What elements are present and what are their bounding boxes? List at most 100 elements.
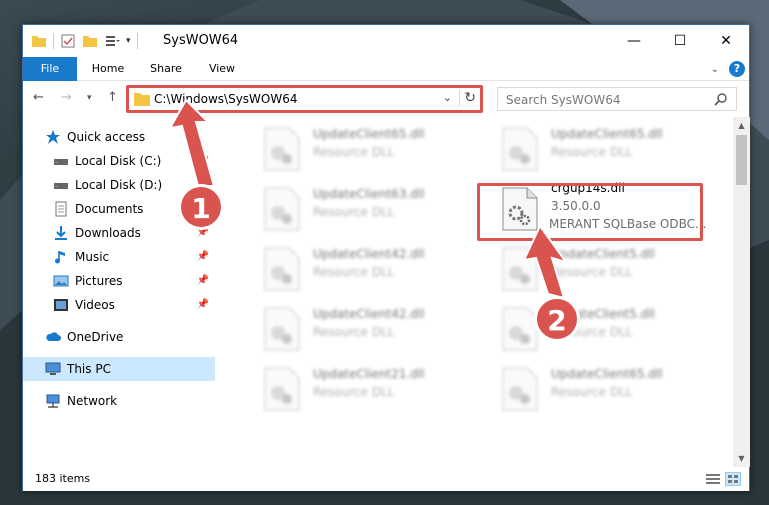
file-tile[interactable]: UpdateClient65.dll Resource DLL bbox=[243, 121, 473, 177]
file-name: UpdateClient42.dll bbox=[313, 247, 425, 261]
customize-icon[interactable] bbox=[104, 33, 120, 49]
file-name: UpdateClient65.dll bbox=[313, 127, 425, 141]
sidebar-item-label: Documents bbox=[75, 202, 144, 216]
address-bar[interactable]: C:\Windows\SysWOW64 ⌄ ↻ bbox=[127, 87, 481, 111]
sidebar-item-videos[interactable]: Videos 📌 bbox=[23, 293, 215, 317]
sidebar-item-quick-access[interactable]: Quick access bbox=[23, 125, 215, 149]
maximize-button[interactable]: ☐ bbox=[657, 25, 703, 57]
ribbon: File Home Share View ⌄ ? bbox=[23, 57, 749, 81]
dll-file-icon bbox=[264, 367, 300, 411]
sidebar-item-label: Network bbox=[67, 394, 118, 408]
view-toggle bbox=[705, 472, 741, 486]
recent-locations-icon[interactable]: ▾ bbox=[87, 93, 92, 103]
details-view-icon[interactable] bbox=[705, 472, 721, 486]
file-tile[interactable]: UpdateClient65.dll Resource DLL bbox=[481, 361, 711, 417]
cloud-icon bbox=[46, 332, 61, 341]
scroll-thumb[interactable] bbox=[736, 135, 747, 185]
dll-file-icon bbox=[264, 307, 300, 351]
sidebar-item-label: This PC bbox=[67, 362, 111, 376]
file-tile[interactable]: UpdateClient42.dll Resource DLL bbox=[243, 301, 473, 357]
chevron-down-icon[interactable]: ⌄ bbox=[443, 91, 452, 104]
tiles-view-icon[interactable] bbox=[725, 472, 741, 486]
properties-icon[interactable] bbox=[60, 33, 76, 49]
quick-access-toolbar: ▾ bbox=[31, 33, 138, 49]
refresh-icon[interactable]: ↻ bbox=[459, 90, 476, 106]
file-tile[interactable]: UpdateClient42.dll Resource DLL bbox=[243, 241, 473, 297]
file-name: UpdateClient65.dll bbox=[551, 127, 663, 141]
dll-file-icon bbox=[264, 247, 300, 291]
pictures-icon bbox=[53, 275, 69, 287]
pin-icon[interactable]: 📌 bbox=[197, 251, 209, 262]
sidebar-item-this-pc[interactable]: This PC bbox=[23, 357, 215, 381]
pin-icon[interactable]: 📌 bbox=[197, 299, 209, 310]
file-description: Resource DLL bbox=[313, 145, 395, 159]
pin-icon[interactable]: 📌 bbox=[197, 275, 209, 286]
file-name: UpdateClient21.dll bbox=[313, 367, 425, 381]
back-arrow-icon[interactable]: ← bbox=[33, 90, 44, 105]
file-description: Resource DLL bbox=[313, 325, 395, 339]
title-bar: ▾ SysWOW64 — ☐ ✕ bbox=[23, 25, 749, 57]
tab-share[interactable]: Share bbox=[141, 57, 191, 81]
close-button[interactable]: ✕ bbox=[703, 25, 749, 57]
file-name: UpdateClient63.dll bbox=[313, 187, 425, 201]
sidebar-item-label: Pictures bbox=[75, 274, 123, 288]
search-placeholder: Search SysWOW64 bbox=[506, 93, 621, 107]
sidebar-item-network[interactable]: Network bbox=[23, 389, 215, 413]
up-arrow-icon[interactable]: ↑ bbox=[107, 90, 118, 105]
window-controls: — ☐ ✕ bbox=[611, 25, 749, 57]
file-tile[interactable]: UpdateClient5.dll Resource DLL bbox=[481, 301, 711, 357]
star-icon bbox=[46, 130, 60, 144]
dll-file-icon bbox=[502, 367, 538, 411]
pin-icon[interactable]: 📌 bbox=[197, 155, 209, 166]
videos-icon bbox=[54, 299, 68, 311]
item-count: 183 items bbox=[35, 472, 91, 485]
downloads-icon bbox=[55, 226, 67, 240]
dropdown-arrow-icon[interactable]: ▾ bbox=[126, 36, 131, 46]
computer-icon bbox=[45, 362, 61, 375]
new-folder-icon[interactable] bbox=[82, 33, 98, 49]
expand-ribbon-icon[interactable]: ⌄ bbox=[711, 64, 719, 75]
file-name: UpdateClient5.dll bbox=[551, 247, 655, 261]
file-description: Resource DLL bbox=[313, 205, 395, 219]
file-explorer-window: ▾ SysWOW64 — ☐ ✕ File Home Share View ⌄ … bbox=[22, 24, 750, 491]
sidebar-item-onedrive[interactable]: OneDrive bbox=[23, 325, 215, 349]
tab-view[interactable]: View bbox=[199, 57, 245, 81]
dll-file-icon bbox=[264, 187, 300, 231]
help-icon[interactable]: ? bbox=[729, 61, 745, 77]
drive-icon bbox=[54, 183, 68, 189]
scroll-down-icon[interactable]: ▼ bbox=[733, 450, 750, 467]
file-tile[interactable]: UpdateClient65.dll Resource DLL bbox=[481, 121, 711, 177]
sidebar-item-pictures[interactable]: Pictures 📌 bbox=[23, 269, 215, 293]
toolbar-divider bbox=[53, 33, 54, 49]
tab-file[interactable]: File bbox=[23, 57, 77, 81]
folder-icon[interactable] bbox=[31, 33, 47, 49]
forward-arrow-icon[interactable]: → bbox=[61, 90, 72, 105]
file-tile[interactable]: UpdateClient5.dll Resource DLL bbox=[481, 241, 711, 297]
step-badge-1: 1 bbox=[178, 184, 224, 230]
file-tile[interactable]: UpdateClient21.dll Resource DLL bbox=[243, 361, 473, 417]
file-highlight bbox=[477, 183, 703, 241]
scroll-up-icon[interactable]: ▲ bbox=[733, 117, 750, 134]
search-icon[interactable] bbox=[714, 92, 728, 106]
vertical-scrollbar[interactable]: ▲ ▼ bbox=[733, 117, 750, 467]
file-description: Resource DLL bbox=[313, 385, 395, 399]
dll-file-icon bbox=[264, 127, 300, 171]
sidebar-item-label: Quick access bbox=[67, 130, 146, 144]
file-description: Resource DLL bbox=[551, 265, 633, 279]
dll-file-icon bbox=[502, 307, 538, 351]
address-path[interactable]: C:\Windows\SysWOW64 bbox=[154, 92, 298, 106]
sidebar-item-music[interactable]: Music 📌 bbox=[23, 245, 215, 269]
minimize-button[interactable]: — bbox=[611, 25, 657, 57]
network-icon bbox=[46, 394, 60, 408]
file-tile[interactable]: UpdateClient63.dll Resource DLL bbox=[243, 181, 473, 237]
sidebar-item-label: Downloads bbox=[75, 226, 141, 240]
toolbar-divider bbox=[136, 33, 138, 49]
dll-file-icon bbox=[502, 247, 538, 291]
tab-home[interactable]: Home bbox=[83, 57, 133, 81]
music-icon bbox=[55, 251, 65, 264]
sidebar-item-local-disk-c[interactable]: Local Disk (C:) 📌 bbox=[23, 149, 215, 173]
folder-icon bbox=[134, 93, 150, 106]
step-badge-2: 2 bbox=[534, 296, 580, 342]
window-title: SysWOW64 bbox=[163, 33, 239, 48]
search-input[interactable]: Search SysWOW64 bbox=[497, 87, 737, 111]
